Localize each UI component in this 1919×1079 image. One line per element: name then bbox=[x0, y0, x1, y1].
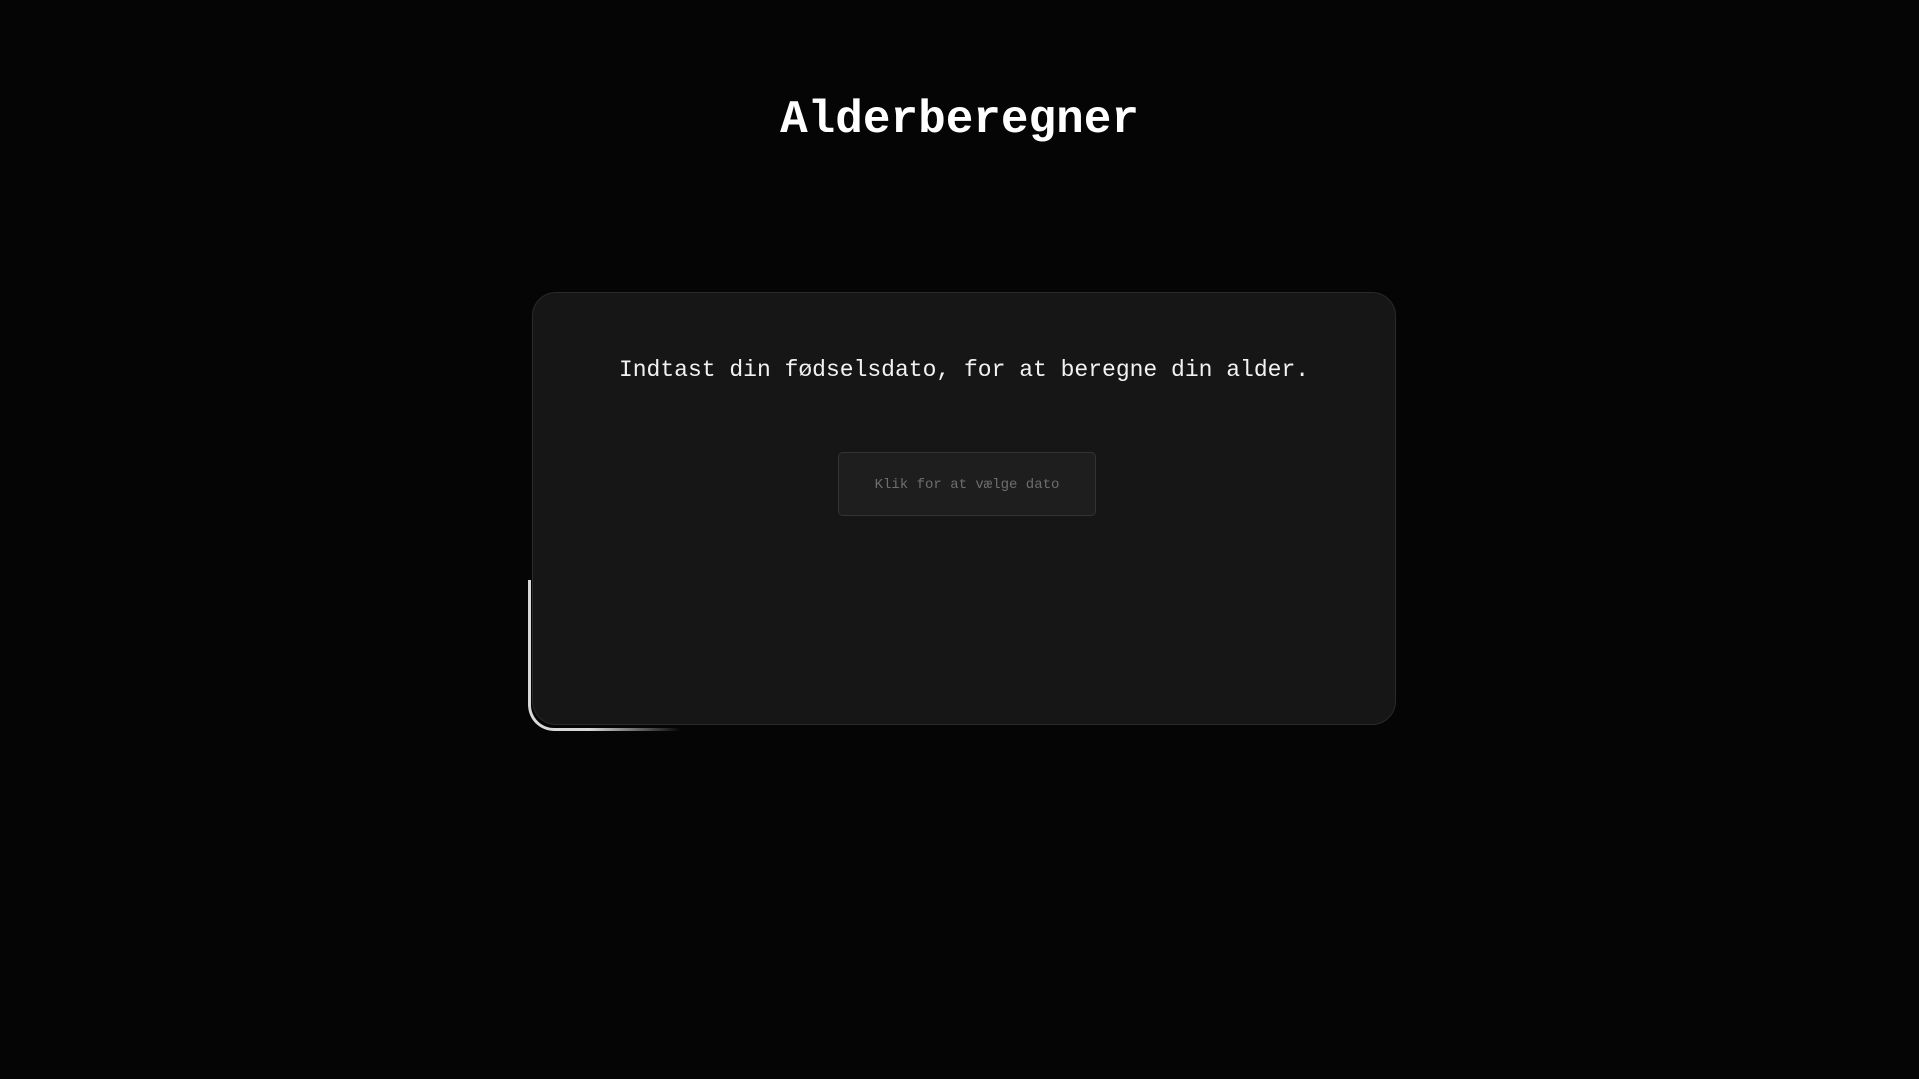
page: Alderberegner Indtast din fødselsdato, f… bbox=[0, 0, 1919, 1079]
age-calculator-card: Indtast din fødselsdato, for at beregne … bbox=[532, 292, 1396, 725]
page-title: Alderberegner bbox=[780, 94, 1139, 146]
select-date-button[interactable]: Klik for at vælge dato bbox=[838, 452, 1096, 516]
instruction-text: Indtast din fødselsdato, for at beregne … bbox=[618, 357, 1310, 383]
